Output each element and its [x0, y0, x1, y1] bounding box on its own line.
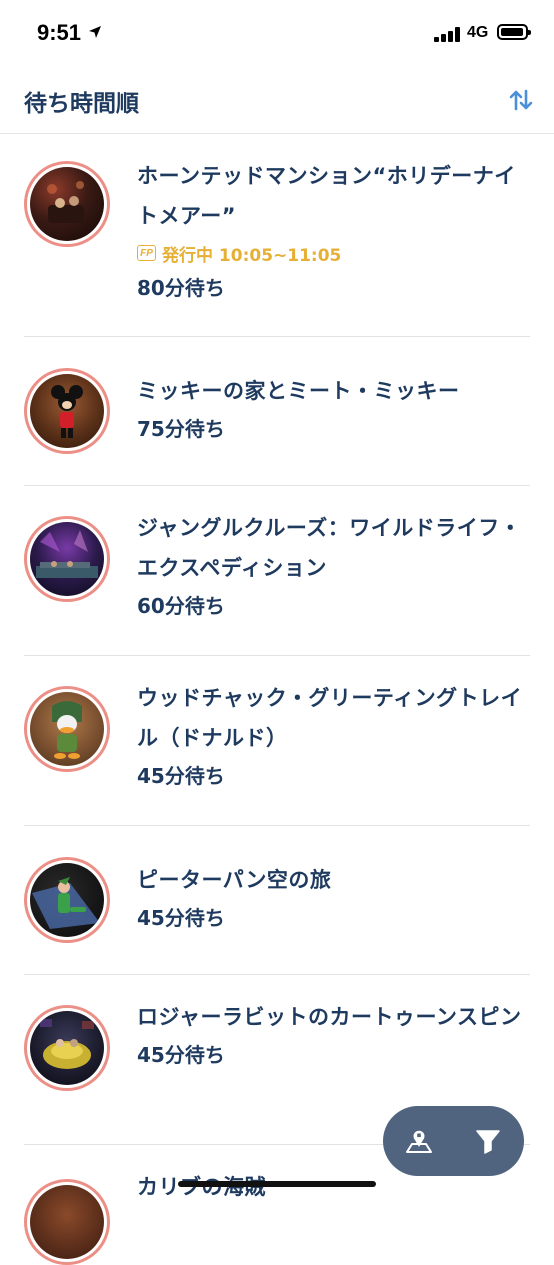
sort-arrows-icon: [509, 89, 533, 111]
list-item[interactable]: ホーンテッドマンション“ホリデーナイトメアー” FP 発行中 10:05~11:…: [0, 134, 554, 337]
status-time: 9:51: [37, 20, 82, 45]
list-item[interactable]: ミッキーの家とミート・ミッキー 75分待ち: [0, 337, 554, 486]
sort-button[interactable]: [505, 84, 537, 116]
attraction-name: ジャングルクルーズ：ワイルドライフ・エクスペディション: [137, 516, 522, 580]
wait-time: 75分待ち: [137, 417, 225, 441]
attraction-thumbnail: [24, 686, 110, 772]
list-item[interactable]: ピーターパン空の旅 45分待ち: [0, 826, 554, 975]
attraction-thumbnail: [24, 516, 110, 602]
status-bar: 9:51 4G: [0, 0, 554, 70]
header: 待ち時間順: [0, 70, 554, 134]
wait-time: 45分待ち: [137, 764, 225, 788]
attraction-name: ホーンテッドマンション“ホリデーナイトメアー”: [137, 164, 516, 228]
wait-time: 45分待ち: [137, 906, 225, 930]
attraction-thumbnail: [24, 1005, 110, 1091]
attraction-list: ホーンテッドマンション“ホリデーナイトメアー” FP 発行中 10:05~11:…: [0, 134, 554, 1265]
filter-icon: [476, 1130, 500, 1154]
map-pin-icon: [406, 1130, 432, 1153]
list-item[interactable]: ジャングルクルーズ：ワイルドライフ・エクスペディション 60分待ち: [0, 486, 554, 656]
fastpass-icon: FP: [137, 245, 156, 261]
wait-time: 80分待ち: [137, 276, 225, 300]
fastpass-status: FP 発行中 10:05~11:05: [137, 236, 530, 270]
wait-time: 45分待ち: [137, 1043, 225, 1067]
location-arrow-icon: [89, 26, 101, 38]
attraction-name: ピーターパン空の旅: [137, 868, 332, 892]
network-label: 4G: [467, 24, 489, 41]
home-indicator[interactable]: [178, 1181, 376, 1187]
fastpass-text: 発行中 10:05~11:05: [162, 245, 342, 266]
page-title: 待ち時間順: [24, 91, 139, 117]
map-button[interactable]: [403, 1125, 435, 1157]
wait-time: 60分待ち: [137, 594, 225, 618]
signal-bars-icon: [434, 26, 464, 42]
attraction-thumbnail: [24, 161, 110, 247]
attraction-thumbnail: [24, 368, 110, 454]
attraction-name: ミッキーの家とミート・ミッキー: [137, 379, 460, 403]
list-item[interactable]: ウッドチャック・グリーティングトレイル（ドナルド） 45分待ち: [0, 656, 554, 826]
attraction-name: ロジャーラビットのカートゥーンスピン: [137, 1005, 522, 1029]
attraction-thumbnail: [24, 1179, 110, 1265]
attraction-name: ウッドチャック・グリーティングトレイル（ドナルド）: [137, 686, 523, 750]
filter-button[interactable]: [472, 1125, 504, 1157]
floating-action-bar: [383, 1106, 524, 1176]
battery-icon: [497, 24, 531, 40]
attraction-thumbnail: [24, 857, 110, 943]
